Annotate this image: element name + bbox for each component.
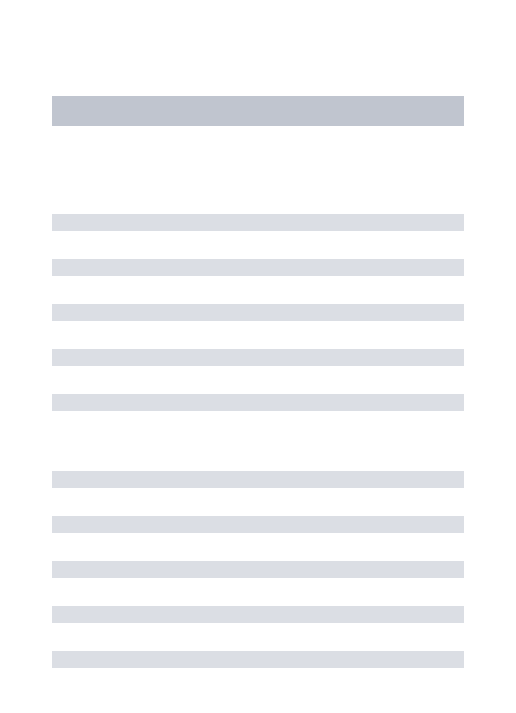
skeleton-line	[52, 259, 464, 276]
skeleton-line	[52, 304, 464, 321]
skeleton-line	[52, 394, 464, 411]
skeleton-group-gap	[52, 411, 464, 471]
skeleton-line	[52, 349, 464, 366]
skeleton-line-group-2	[52, 471, 464, 668]
skeleton-line	[52, 214, 464, 231]
skeleton-container	[0, 0, 516, 668]
skeleton-line	[52, 651, 464, 668]
skeleton-line	[52, 561, 464, 578]
skeleton-line-group-1	[52, 214, 464, 411]
skeleton-header-bar	[52, 96, 464, 126]
skeleton-line	[52, 471, 464, 488]
skeleton-line	[52, 606, 464, 623]
skeleton-line	[52, 516, 464, 533]
